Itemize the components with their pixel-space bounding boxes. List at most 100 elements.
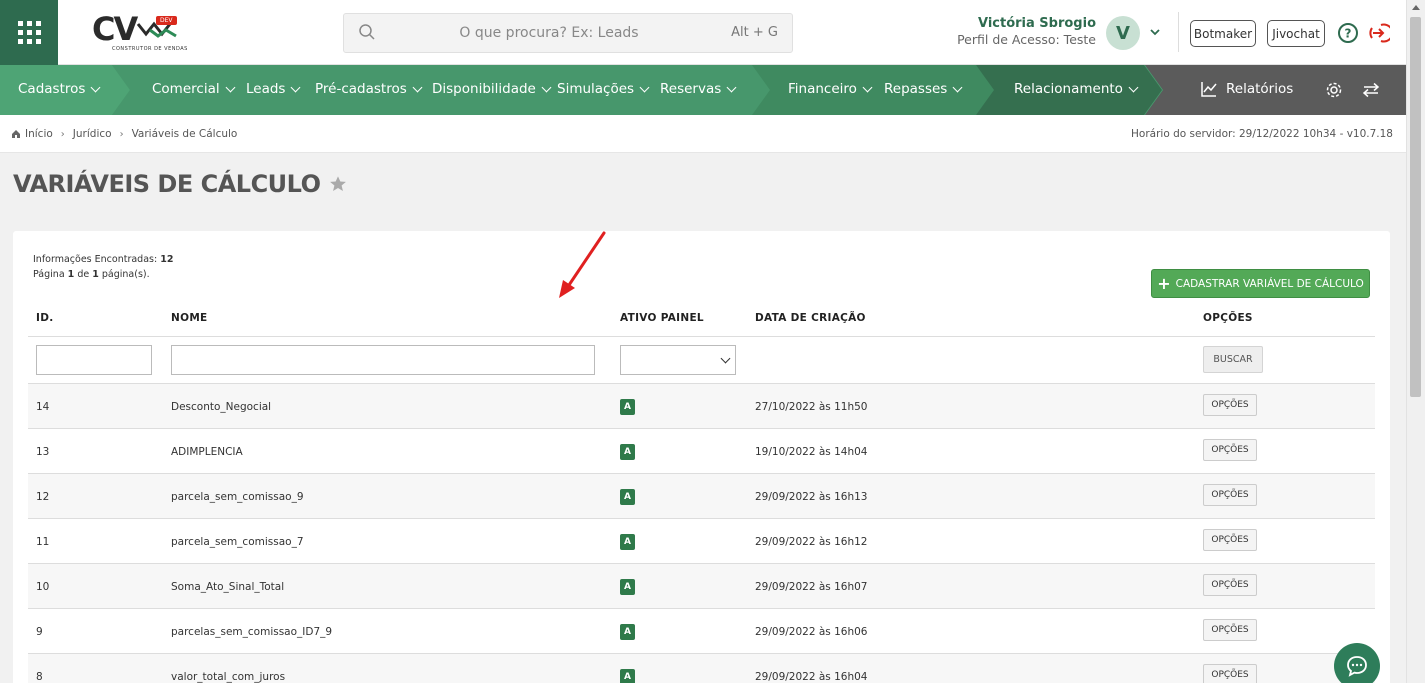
cell-id: 12 [36,491,50,503]
nav-pre-cadastros[interactable]: Pré-cadastros [315,81,423,97]
user-name: Victória Sbrogio [977,16,1096,31]
options-button[interactable]: OPÇÕES [1203,574,1257,596]
filter-name-input[interactable] [171,345,595,375]
active-badge: A [620,489,635,505]
filter-id-input[interactable] [36,345,152,375]
add-variable-button[interactable]: + CADASTRAR VARIÁVEL DE CÁLCULO [1151,269,1370,298]
active-badge: A [620,534,635,550]
global-search[interactable]: Alt + G [343,13,793,53]
chevron-down-icon [90,82,101,92]
nav-relatorios[interactable]: Relatórios [1200,80,1293,98]
column-header-options: OPÇÕES [1203,312,1253,324]
gear-icon[interactable] [1325,81,1343,99]
chevron-down-icon [639,82,650,92]
cell-name: parcela_sem_comissao_9 [171,491,304,503]
options-button[interactable]: OPÇÕES [1203,529,1257,551]
cell-id: 13 [36,446,50,458]
results-info: Informações Encontradas: 12 Página 1 de … [33,254,174,280]
nav-repasses[interactable]: Repasses [884,81,963,97]
chat-bubble-icon [1347,656,1367,677]
search-hotkey: Alt + G [731,25,778,40]
jivochat-button[interactable]: Jivochat [1267,20,1325,47]
cell-created: 27/10/2022 às 11h50 [755,401,868,413]
filter-active-select[interactable] [620,345,736,375]
user-info[interactable]: Victória Sbrogio Perfil de Acesso: Teste [940,16,1096,47]
nav-relacionamento[interactable]: Relacionamento [1014,81,1139,97]
home-icon [12,130,20,138]
chevron-down-icon [952,82,963,92]
nav-reservas[interactable]: Reservas [660,81,737,97]
active-badge: A [620,669,635,683]
options-button[interactable]: OPÇÕES [1203,619,1257,641]
logo-dev-badge: DEV [156,16,177,25]
logout-icon[interactable] [1368,22,1390,44]
search-icon [359,24,375,40]
scrollbar-thumb[interactable] [1410,17,1421,397]
active-badge: A [620,399,635,415]
nav-simulacoes[interactable]: Simulações [557,81,650,97]
page-scrollbar[interactable] [1406,0,1425,683]
column-header-active: ATIVO PAINEL [620,312,704,324]
cell-name: Soma_Ato_Sinal_Total [171,581,285,593]
nav-financeiro[interactable]: Financeiro [788,81,873,97]
options-button[interactable]: OPÇÕES [1203,484,1257,506]
breadcrumb-home[interactable]: Início [11,128,53,140]
chevron-down-icon [726,82,737,92]
nav-leads[interactable]: Leads [246,81,301,97]
breadcrumb-juridico[interactable]: Jurídico [73,128,112,140]
cell-created: 29/09/2022 às 16h07 [755,581,868,593]
star-icon[interactable] [329,175,347,193]
active-badge: A [620,444,635,460]
swap-icon[interactable] [1362,82,1380,98]
server-time: Horário do servidor: 29/12/2022 10h34 - … [1131,128,1393,140]
logo-subtitle: CONSTRUTOR DE VENDAS [112,46,188,52]
chevron-down-icon [291,82,301,92]
options-button[interactable]: OPÇÕES [1203,439,1257,461]
cell-name: parcela_sem_comissao_7 [171,536,304,548]
chevron-down-icon [720,353,731,364]
logo[interactable]: CV DEV CONSTRUTOR DE VENDAS [90,10,188,54]
active-badge: A [620,624,635,640]
cell-created: 29/09/2022 às 16h06 [755,626,868,638]
cell-name: parcelas_sem_comissao_ID7_9 [171,626,333,638]
annotation-arrow-icon [559,231,606,298]
breadcrumb-current: Variáveis de Cálculo [131,128,238,140]
column-header-id: ID. [36,312,54,324]
avatar[interactable]: V [1106,16,1140,50]
chevron-down-icon [1128,82,1139,92]
search-input[interactable] [384,14,714,52]
table-row: 12 parcela_sem_comissao_9 A 29/09/2022 à… [28,474,1375,519]
chevron-down-icon[interactable] [1148,25,1162,39]
nav-comercial[interactable]: Comercial [152,81,236,97]
scroll-up-icon[interactable] [1412,5,1420,10]
apps-menu-button[interactable] [0,0,58,65]
svg-text:?: ? [1345,27,1352,41]
filter-row: BUSCAR [28,337,1375,384]
cell-created: 19/10/2022 às 14h04 [755,446,868,458]
nav-cadastros[interactable]: Cadastros [18,81,101,97]
botmaker-button[interactable]: Botmaker [1190,20,1256,47]
options-button[interactable]: OPÇÕES [1203,664,1257,683]
chevron-down-icon [541,82,552,92]
cell-created: 29/09/2022 às 16h12 [755,536,868,548]
chat-button[interactable] [1334,643,1380,683]
nav-disponibilidade[interactable]: Disponibilidade [432,81,552,97]
help-icon[interactable]: ? [1337,22,1359,44]
table-row: 9 parcelas_sem_comissao_ID7_9 A 29/09/20… [28,609,1375,654]
page-title: VARIÁVEIS DE CÁLCULO [13,170,347,198]
cell-created: 29/09/2022 às 16h13 [755,491,868,503]
plus-icon: + [1157,273,1171,293]
options-button[interactable]: OPÇÕES [1203,394,1257,416]
cell-id: 11 [36,536,50,548]
cell-name: ADIMPLENCIA [171,446,243,458]
search-button[interactable]: BUSCAR [1203,346,1263,373]
breadcrumb-separator: › [119,128,124,140]
top-header: CV DEV CONSTRUTOR DE VENDAS Alt + G Vict… [0,0,1406,65]
main-nav: Cadastros Comercial Leads Pré-cadastros … [0,65,1406,115]
breadcrumb-separator: › [60,128,65,140]
user-profile: Perfil de Acesso: Teste [957,32,1096,47]
cell-name: valor_total_com_juros [171,671,286,683]
cell-id: 10 [36,581,50,593]
cell-id: 9 [36,626,43,638]
table-header: ID. NOME ATIVO PAINEL DATA DE CRIAÇÃO OP… [28,307,1375,337]
